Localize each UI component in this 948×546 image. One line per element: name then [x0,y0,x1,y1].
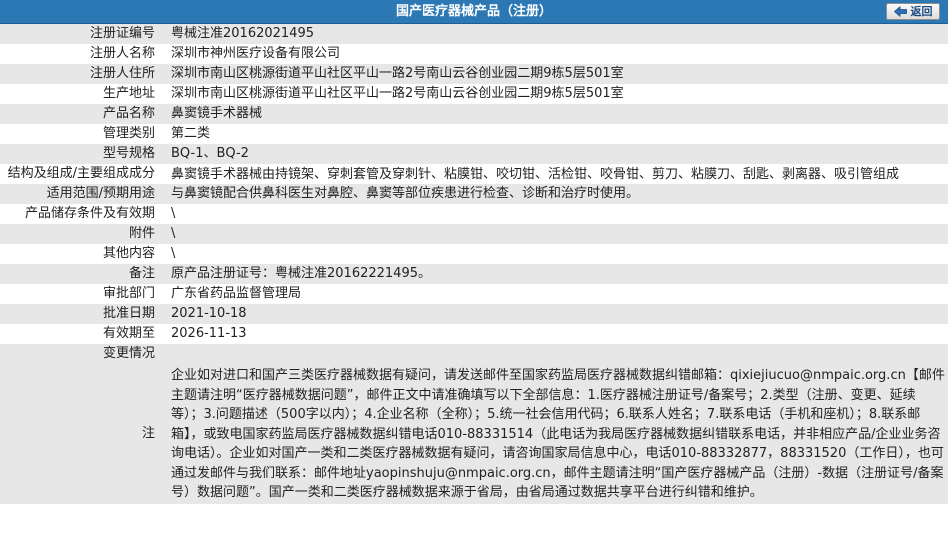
field-value [161,344,948,364]
row-attachments: 附件 \ [0,224,948,244]
row-approval-date: 批准日期 2021-10-18 [0,304,948,324]
row-valid-until: 有效期至 2026-11-13 [0,324,948,344]
field-label: 批准日期 [0,304,161,324]
field-label: 产品储存条件及有效期 [0,204,161,224]
field-label: 产品名称 [0,104,161,124]
field-value: 企业如对进口和国产三类医疗器械数据有疑问，请发送邮件至国家药监局医疗器械数据纠错… [161,364,948,504]
row-registrant-address: 注册人住所 深圳市南山区桃源街道平山社区平山一路2号南山云谷创业园二期9栋5层5… [0,64,948,84]
field-value: 广东省药品监督管理局 [161,284,948,304]
row-registration-number: 注册证编号 粤械注准20162021495 [0,24,948,44]
row-remarks: 备注 原产品注册证号：粤械注准20162221495。 [0,264,948,284]
field-value: BQ-1、BQ-2 [161,144,948,164]
product-detail-table: 注册证编号 粤械注准20162021495 注册人名称 深圳市神州医疗设备有限公… [0,24,948,504]
field-label: 备注 [0,264,161,284]
field-value: 第二类 [161,124,948,144]
page-title: 国产医疗器械产品（注册） [395,4,552,19]
row-structure-composition: 结构及组成/主要组成成分 鼻窦镜手术器械由持镜架、穿刺套管及穿刺针、粘膜钳、咬切… [0,164,948,184]
field-value: 深圳市南山区桃源街道平山社区平山一路2号南山云谷创业园二期9栋5层501室 [161,84,948,104]
title-bar: 国产医疗器械产品（注册） 返回 [0,0,948,24]
field-value: 深圳市南山区桃源街道平山社区平山一路2号南山云谷创业园二期9栋5层501室 [161,64,948,84]
back-button-label: 返回 [910,5,933,18]
field-label: 其他内容 [0,244,161,264]
field-label: 注 [0,364,161,504]
field-label: 注册证编号 [0,24,161,44]
field-value: 鼻窦镜手术器械 [161,104,948,124]
field-value: \ [161,204,948,224]
field-label: 生产地址 [0,84,161,104]
field-value: 原产品注册证号：粤械注准20162221495。 [161,264,948,284]
field-label: 型号规格 [0,144,161,164]
field-value: 鼻窦镜手术器械由持镜架、穿刺套管及穿刺针、粘膜钳、咬切钳、活检钳、咬骨钳、剪刀、… [161,164,948,184]
row-note: 注 企业如对进口和国产三类医疗器械数据有疑问，请发送邮件至国家药监局医疗器械数据… [0,364,948,504]
row-approval-department: 审批部门 广东省药品监督管理局 [0,284,948,304]
field-label: 管理类别 [0,124,161,144]
field-value: 2026-11-13 [161,324,948,344]
field-label: 有效期至 [0,324,161,344]
field-label: 变更情况 [0,344,161,364]
row-registrant-name: 注册人名称 深圳市神州医疗设备有限公司 [0,44,948,64]
field-label: 适用范围/预期用途 [0,184,161,204]
field-label: 注册人名称 [0,44,161,64]
field-value: 与鼻窦镜配合供鼻科医生对鼻腔、鼻窦等部位疾患进行检查、诊断和治疗时使用。 [161,184,948,204]
row-production-address: 生产地址 深圳市南山区桃源街道平山社区平山一路2号南山云谷创业园二期9栋5层50… [0,84,948,104]
back-arrow-icon [893,6,907,17]
field-label: 附件 [0,224,161,244]
field-label: 审批部门 [0,284,161,304]
row-management-class: 管理类别 第二类 [0,124,948,144]
row-model-spec: 型号规格 BQ-1、BQ-2 [0,144,948,164]
field-value: \ [161,244,948,264]
field-label: 结构及组成/主要组成成分 [0,164,161,184]
field-label: 注册人住所 [0,64,161,84]
field-value: 2021-10-18 [161,304,948,324]
field-value: 粤械注准20162021495 [161,24,948,44]
row-change-history: 变更情况 [0,344,948,364]
row-product-name: 产品名称 鼻窦镜手术器械 [0,104,948,124]
row-storage-conditions: 产品储存条件及有效期 \ [0,204,948,224]
field-value: 深圳市神州医疗设备有限公司 [161,44,948,64]
field-value: \ [161,224,948,244]
back-button[interactable]: 返回 [886,3,940,20]
row-intended-use: 适用范围/预期用途 与鼻窦镜配合供鼻科医生对鼻腔、鼻窦等部位疾患进行检查、诊断和… [0,184,948,204]
row-other-content: 其他内容 \ [0,244,948,264]
